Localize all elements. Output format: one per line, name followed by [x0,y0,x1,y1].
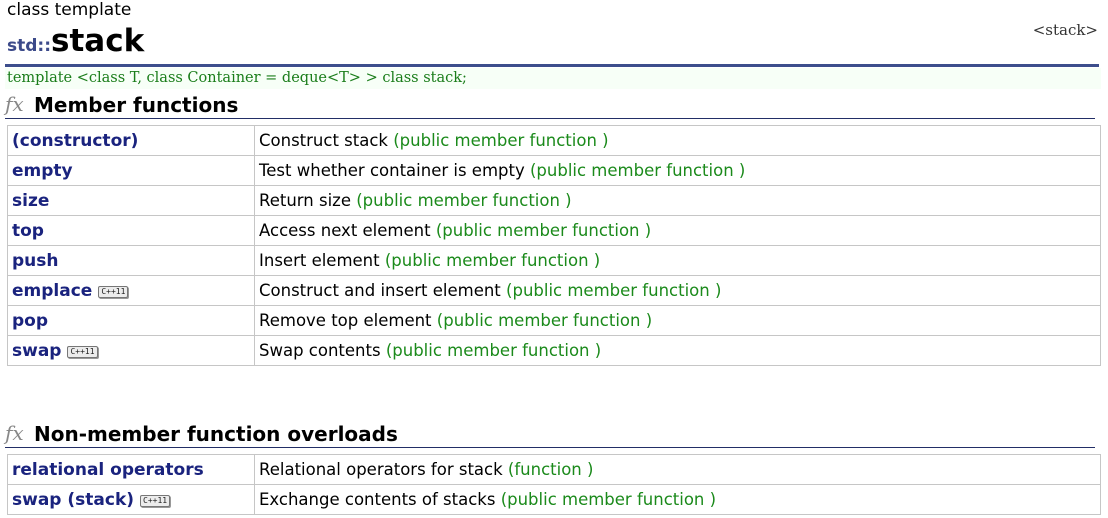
table-row: swap C++11 Swap contents (public member fu… [7,335,1101,366]
function-description-cell: Test whether container is empty (public … [254,155,1101,186]
member-functions-title: Member functions [34,93,239,117]
function-link[interactable]: pop [12,311,48,331]
table-row: push Insert element (public member functi… [7,245,1101,276]
cpp11-badge-icon: C++11 [67,345,98,358]
page-title: std::stack [7,22,144,65]
function-name-cell: pop [7,305,255,336]
function-description-cell: Construct and insert element (public mem… [254,275,1101,306]
function-name-cell: top [7,215,255,246]
function-name-cell: emplace C++11 [7,275,255,306]
function-description: Test whether container is empty [259,161,525,180]
table-row: swap (stack) C++11 Exchange contents of st… [7,484,1101,515]
cpp11-badge-icon: C++11 [140,494,171,507]
function-kind-note: (public member function ) [393,131,609,150]
function-link[interactable]: top [12,221,44,241]
function-kind-note: (function ) [507,460,594,479]
function-description: Access next element [259,221,431,240]
title-divider [5,64,1099,67]
function-description-cell: Access next element (public member funct… [254,215,1101,246]
function-kind-note: (public member function ) [506,281,722,300]
table-row: relational operators Relational operators… [7,454,1101,485]
function-link[interactable]: emplace [12,281,92,301]
function-description-cell: Return size (public member function ) [254,185,1101,216]
function-link[interactable]: size [12,191,49,211]
non-member-functions-title: Non-member function overloads [34,422,398,446]
function-link[interactable]: swap [12,341,61,361]
function-description: Return size [259,191,351,210]
function-description-cell: Construct stack (public member function … [254,125,1101,156]
class-name: stack [51,23,145,59]
function-name-cell: push [7,245,255,276]
non-member-functions-heading: fx Non-member function overloads [5,421,1095,448]
function-description-cell: Insert element (public member function ) [254,245,1101,276]
function-description: Insert element [259,251,380,270]
function-link[interactable]: push [12,251,59,271]
fx-icon: fx [5,421,24,445]
class-kind-label: class template [7,0,132,20]
member-functions-heading: fx Member functions [5,92,1095,119]
cpp11-badge-icon: C++11 [98,285,129,298]
function-description: Remove top element [259,311,432,330]
function-link[interactable]: (constructor) [12,131,138,151]
non-member-functions-table: relational operators Relational operators… [7,454,1101,515]
function-description: Construct stack [259,131,388,150]
function-description-cell: Swap contents (public member function ) [254,335,1101,366]
function-description: Exchange contents of stacks [259,490,496,509]
function-link[interactable]: relational operators [12,460,204,480]
function-description: Relational operators for stack [259,460,503,479]
function-kind-note: (public member function ) [435,221,652,240]
function-description-cell: Exchange contents of stacks (public memb… [254,484,1101,515]
member-functions-table: (constructor) Construct stack (public mem… [7,125,1101,366]
function-name-cell: relational operators [7,454,255,485]
header-file-label: <stack> [1032,21,1098,39]
function-link[interactable]: empty [12,161,73,181]
function-kind-note: (public member function ) [385,341,602,360]
table-row: (constructor) Construct stack (public mem… [7,125,1101,156]
namespace-prefix: std:: [7,36,52,56]
table-row: empty Test whether container is empty (pu… [7,155,1101,186]
template-declaration: template <class T, class Container = deq… [5,68,1101,89]
function-link[interactable]: swap (stack) [12,490,134,510]
function-kind-note: (public member function ) [500,490,717,509]
table-row: emplace C++11 Construct and insert element… [7,275,1101,306]
fx-icon: fx [5,92,24,116]
function-description: Swap contents [259,341,381,360]
function-description-cell: Remove top element (public member functi… [254,305,1101,336]
table-row: pop Remove top element (public member fun… [7,305,1101,336]
function-name-cell: (constructor) [7,125,255,156]
function-name-cell: swap (stack) C++11 [7,484,255,515]
function-name-cell: empty [7,155,255,186]
function-kind-note: (public member function ) [529,161,746,180]
table-row: top Access next element (public member fu… [7,215,1101,246]
function-name-cell: size [7,185,255,216]
function-description-cell: Relational operators for stack (function… [254,454,1101,485]
function-name-cell: swap C++11 [7,335,255,366]
table-row: size Return size (public member function … [7,185,1101,216]
function-kind-note: (public member function ) [384,251,601,270]
function-kind-note: (public member function ) [356,191,572,210]
function-description: Construct and insert element [259,281,501,300]
function-kind-note: (public member function ) [436,311,653,330]
